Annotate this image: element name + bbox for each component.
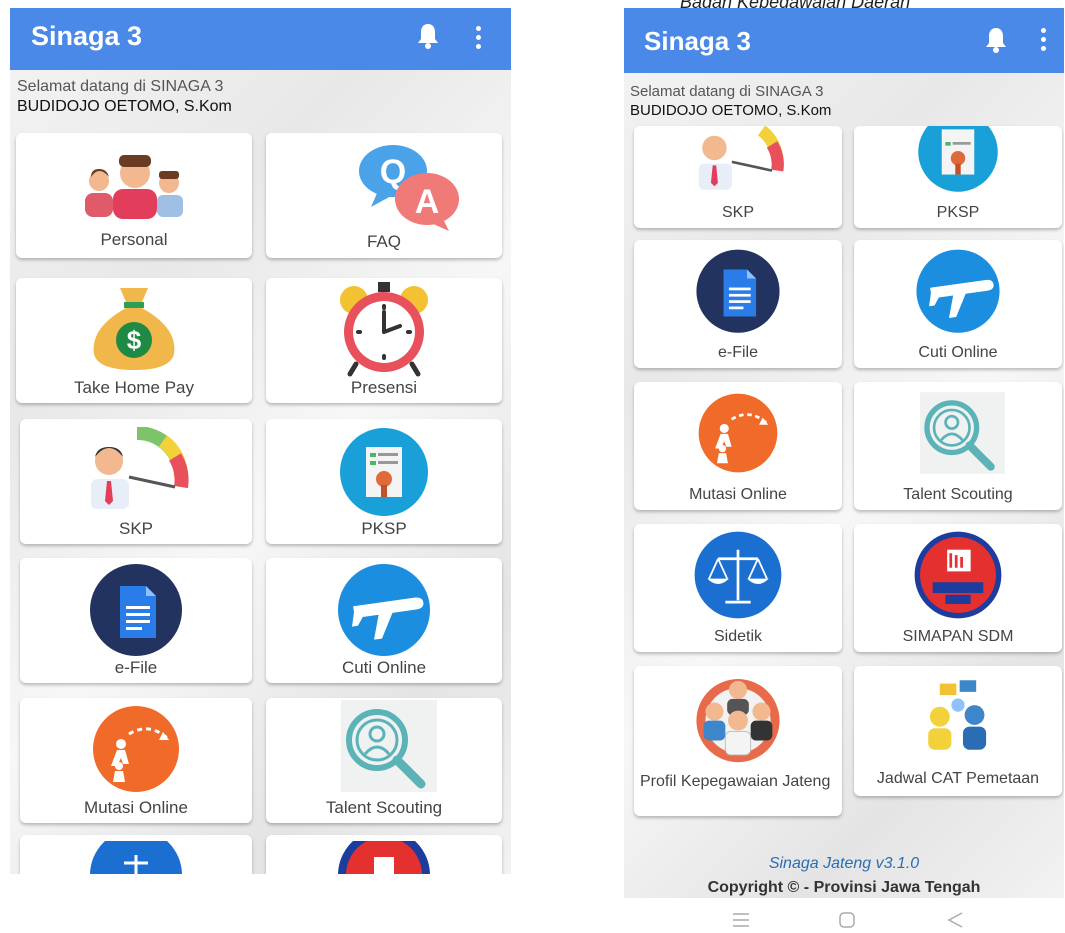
- menu-talent-scouting[interactable]: Talent Scouting: [266, 698, 502, 823]
- menu-label: FAQ: [366, 232, 401, 251]
- menu-label: e-File: [114, 658, 158, 677]
- welcome-text: Selamat datang di SINAGA 3: [17, 78, 224, 95]
- app-bar: Sinaga 3: [10, 8, 511, 70]
- certificate-document-icon: [340, 428, 428, 516]
- menu-cuti-online[interactable]: Cuti Online: [266, 558, 502, 683]
- simapan-logo-icon: [338, 841, 430, 874]
- performance-gauge-icon: [698, 126, 784, 190]
- svg-text:$: $: [127, 325, 142, 355]
- overflow-menu-icon[interactable]: [1041, 28, 1047, 52]
- home-icon[interactable]: [839, 912, 855, 928]
- menu-faq[interactable]: Q A FAQ: [266, 133, 502, 258]
- menu-skp[interactable]: SKP: [20, 419, 252, 544]
- phone-screen-left: Sinaga 3 Selamat datang di SINAGA 3 BUDI…: [10, 8, 511, 874]
- airplane-icon: [916, 249, 1000, 333]
- performance-gauge-icon: [91, 427, 189, 509]
- menu-label: Take Home Pay: [74, 378, 194, 397]
- menu-label: PKSP: [936, 204, 980, 221]
- menu-label: SIMAPAN SDM: [902, 628, 1014, 645]
- welcome-block: Selamat datang di SINAGA 3 BUDIDOJO OETO…: [630, 83, 831, 119]
- copyright-text: Copyright © - Provinsi Jawa Tengah: [707, 879, 981, 896]
- menu-profil-kepegawaian[interactable]: Profil Kepegawaian Jateng: [634, 666, 842, 816]
- user-name: BUDIDOJO OETOMO, S.Kom: [17, 98, 232, 115]
- simapan-logo-icon: [914, 531, 1002, 619]
- file-document-icon: [90, 564, 182, 656]
- user-name: BUDIDOJO OETOMO, S.Kom: [630, 102, 832, 119]
- team-profile-icon: [696, 679, 780, 763]
- menu-cuti-online[interactable]: Cuti Online: [854, 240, 1062, 368]
- money-bag-icon: $: [93, 288, 175, 370]
- bell-icon[interactable]: [417, 22, 439, 50]
- menu-personal[interactable]: Personal: [16, 133, 252, 258]
- airplane-icon: [338, 564, 430, 656]
- menu-mutasi-online[interactable]: Mutasi Online: [634, 382, 842, 510]
- scale-icon: [694, 531, 782, 619]
- menu-skp[interactable]: SKP: [634, 126, 842, 228]
- menu-label: Jadwal CAT Pemetaan: [876, 770, 1040, 787]
- menu-talent-scouting[interactable]: Talent Scouting: [854, 382, 1062, 510]
- menu-label: SKP: [721, 204, 754, 221]
- app-bar: Sinaga 3: [624, 8, 1064, 73]
- app-title: Sinaga 3: [31, 21, 143, 51]
- schedule-people-icon: [919, 676, 997, 754]
- scale-icon: [90, 841, 182, 874]
- people-icon: [85, 155, 183, 219]
- menu-pksp[interactable]: PKSP: [266, 419, 502, 544]
- overflow-menu-icon[interactable]: [476, 26, 482, 50]
- menu-efile[interactable]: e-File: [634, 240, 842, 368]
- menu-mutasi-online[interactable]: Mutasi Online: [20, 698, 252, 823]
- menu-jadwal-cat[interactable]: Jadwal CAT Pemetaan: [854, 666, 1062, 796]
- menu-label: SKP: [118, 519, 154, 538]
- menu-label: Talent Scouting: [903, 486, 1013, 503]
- menu-sidetik[interactable]: Sidetik: [634, 524, 842, 652]
- menu-label: PKSP: [361, 519, 407, 538]
- file-document-icon: [696, 249, 780, 333]
- menu-simapan-sdm[interactable]: SIMAPAN SDM: [854, 524, 1062, 652]
- faq-icon: Q A: [358, 145, 459, 231]
- menu-take-home-pay[interactable]: $ Take Home Pay: [16, 278, 252, 403]
- bell-icon[interactable]: [985, 26, 1007, 54]
- menu-label: Presensi: [350, 378, 418, 397]
- back-icon[interactable]: [947, 912, 963, 928]
- svg-text:A: A: [414, 183, 439, 221]
- menu-icon[interactable]: [732, 912, 750, 928]
- version-text: Sinaga Jateng v3.1.0: [768, 855, 920, 872]
- talent-search-icon: [919, 392, 1005, 474]
- app-title: Sinaga 3: [644, 26, 751, 56]
- menu-label: e-File: [717, 344, 758, 361]
- menu-label: Cuti Online: [918, 344, 998, 361]
- menu-presensi[interactable]: Presensi: [266, 278, 502, 403]
- welcome-text: Selamat datang di SINAGA 3: [630, 83, 824, 100]
- menu-efile[interactable]: e-File: [20, 558, 252, 683]
- menu-label: Personal: [100, 230, 168, 249]
- transfer-people-icon: [93, 706, 179, 792]
- alarm-clock-icon: [340, 282, 428, 377]
- menu-label: Cuti Online: [341, 658, 427, 677]
- menu-label: Sidetik: [713, 628, 763, 645]
- menu-label: Mutasi Online: [689, 486, 787, 503]
- phone-screen-right: Sinaga 3 Selamat datang di SINAGA 3 BUDI…: [624, 8, 1064, 898]
- menu-pksp[interactable]: PKSP: [854, 126, 1062, 228]
- menu-simapan-partial[interactable]: [266, 835, 502, 874]
- welcome-block: Selamat datang di SINAGA 3 BUDIDOJO OETO…: [17, 78, 232, 116]
- certificate-document-icon: [918, 126, 998, 192]
- system-nav-bar: [624, 898, 1064, 933]
- talent-search-icon: [341, 700, 437, 792]
- menu-label: Profil Kepegawaian Jateng: [640, 773, 831, 790]
- menu-sidetik-partial[interactable]: [20, 835, 252, 874]
- transfer-people-icon: [698, 393, 778, 473]
- menu-label: Talent Scouting: [325, 798, 443, 817]
- menu-label: Mutasi Online: [84, 798, 188, 817]
